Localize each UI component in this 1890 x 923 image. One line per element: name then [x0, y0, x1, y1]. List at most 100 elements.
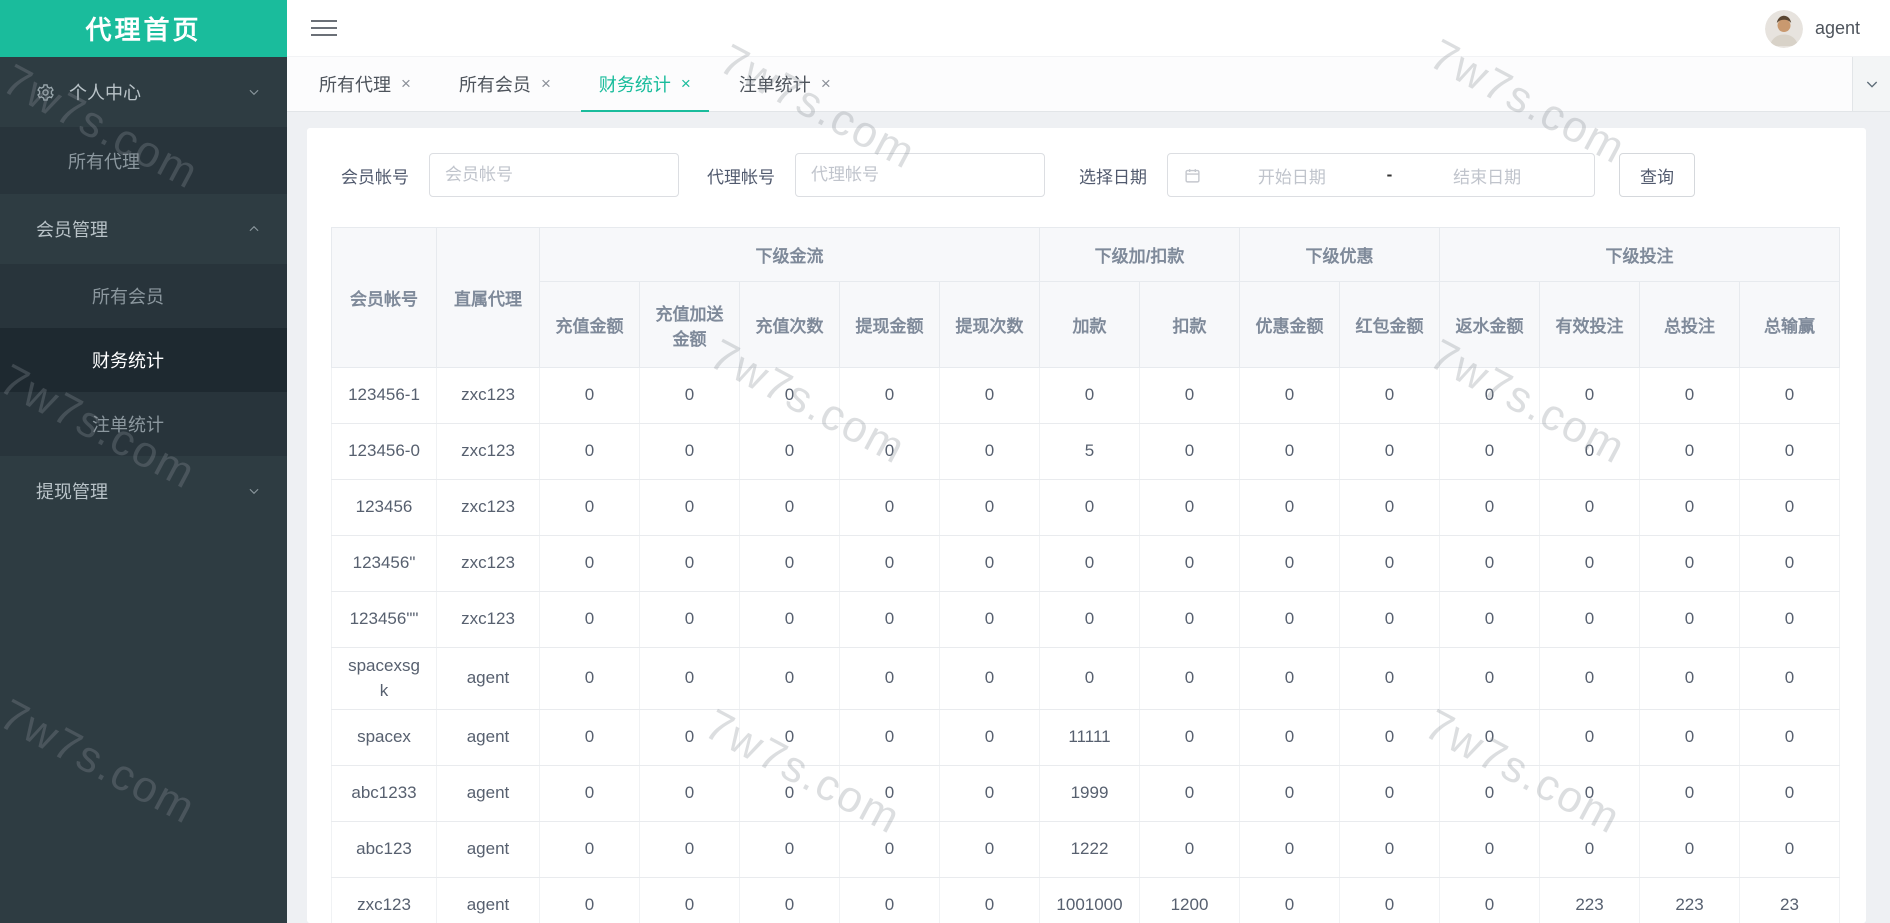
member-account-cell: abc123 [331, 821, 437, 879]
table-row: 123456-1 zxc123 0 0 0 0 0 0 0 0 0 0 0 0 0 [331, 367, 1840, 424]
value-cell: 0 [1239, 367, 1340, 424]
column-header: 充值次数 [739, 281, 840, 368]
sidebar-item-personal-center[interactable]: 个人中心 [0, 57, 287, 127]
value-cell: 0 [1639, 479, 1740, 536]
hamburger-icon[interactable] [311, 15, 337, 41]
value-cell: 0 [1139, 479, 1240, 536]
value-cell: 0 [739, 479, 840, 536]
sidebar-item-label: 财务统计 [92, 351, 164, 371]
tab-close-icon[interactable]: × [681, 74, 691, 94]
direct-agent-cell: zxc123 [436, 591, 540, 648]
value-cell: 0 [939, 877, 1040, 923]
value-cell: 0 [539, 765, 640, 823]
value-cell: 0 [1239, 535, 1340, 592]
value-cell: 0 [839, 821, 940, 879]
value-cell: 0 [1339, 479, 1440, 536]
column-header: 加款 [1039, 281, 1140, 368]
value-cell: 0 [639, 821, 740, 879]
tab-财务统计[interactable]: 财务统计 × [580, 57, 709, 112]
value-cell: 0 [839, 535, 940, 592]
chevron-down-icon [1866, 81, 1877, 88]
sidebar-item-withdraw-management[interactable]: 提现管理 [0, 456, 287, 526]
column-header: 总输赢 [1739, 281, 1840, 368]
calendar-icon [1185, 168, 1200, 183]
value-cell: 0 [1639, 535, 1740, 592]
member-account-cell: zxc123 [331, 877, 437, 923]
value-cell: 223 [1539, 877, 1640, 923]
member-account-cell: 123456 [331, 479, 437, 536]
sidebar-item-finance-stats[interactable]: 财务统计 [0, 328, 287, 392]
member-account-cell: abc1233 [331, 765, 437, 823]
sidebar-item-label: 个人中心 [69, 83, 141, 103]
value-cell: 0 [1239, 591, 1340, 648]
column-header: 优惠金额 [1239, 281, 1340, 368]
sidebar-item-all-members[interactable]: 所有会员 [0, 264, 287, 328]
member-account-input[interactable] [429, 153, 679, 197]
sidebar-item-all-agents[interactable]: 所有代理 [0, 127, 287, 194]
agent-account-label: 代理帐号 [707, 167, 775, 187]
value-cell: 0 [1039, 479, 1140, 536]
value-cell: 0 [739, 367, 840, 424]
value-cell: 0 [1339, 765, 1440, 823]
chevron-down-icon [249, 488, 259, 495]
member-account-label: 会员帐号 [341, 167, 409, 187]
value-cell: 0 [1739, 591, 1840, 648]
value-cell: 0 [539, 821, 640, 879]
value-cell: 0 [1739, 423, 1840, 480]
value-cell: 0 [1139, 591, 1240, 648]
value-cell: 0 [739, 821, 840, 879]
value-cell: 0 [739, 647, 840, 711]
value-cell: 0 [1539, 765, 1640, 823]
value-cell: 0 [1539, 709, 1640, 767]
value-cell: 23 [1739, 877, 1840, 923]
user-menu[interactable]: agent [1764, 0, 1860, 57]
top-header: agent [287, 0, 1890, 57]
table-row: 123456"" zxc123 0 0 0 0 0 0 0 0 0 0 0 0 0 [331, 591, 1840, 648]
value-cell: 0 [939, 535, 1040, 592]
chevron-down-icon [249, 89, 259, 96]
value-cell: 0 [1139, 765, 1240, 823]
value-cell: 0 [1739, 367, 1840, 424]
sidebar-item-order-stats[interactable]: 注单统计 [0, 392, 287, 456]
value-cell: 0 [1639, 709, 1740, 767]
column-header: 总投注 [1639, 281, 1740, 368]
agent-account-input[interactable] [795, 153, 1045, 197]
direct-agent-cell: zxc123 [436, 423, 540, 480]
value-cell: 0 [1739, 479, 1840, 536]
value-cell: 0 [639, 479, 740, 536]
value-cell: 1999 [1039, 765, 1140, 823]
value-cell: 0 [839, 647, 940, 711]
tab-所有代理[interactable]: 所有代理 × [301, 57, 429, 111]
value-cell: 0 [739, 591, 840, 648]
column-header: 提现次数 [939, 281, 1040, 368]
value-cell: 0 [1539, 367, 1640, 424]
value-cell: 0 [1739, 765, 1840, 823]
member-account-cell: 123456-0 [331, 423, 437, 480]
tabs-overflow-button[interactable] [1852, 57, 1890, 111]
date-range-input[interactable]: 开始日期 - 结束日期 [1167, 153, 1595, 197]
tab-close-icon[interactable]: × [541, 74, 551, 94]
value-cell: 5 [1039, 423, 1140, 480]
sidebar-item-member-management[interactable]: 会员管理 [0, 194, 287, 264]
value-cell: 0 [1139, 535, 1240, 592]
value-cell: 0 [1539, 647, 1640, 711]
value-cell: 0 [839, 709, 940, 767]
tab-label: 财务统计 [598, 75, 671, 95]
value-cell: 0 [539, 591, 640, 648]
value-cell: 0 [1439, 647, 1540, 711]
table-row: spacex agent 0 0 0 0 0 11111 0 0 0 0 0 0 0 [331, 709, 1840, 767]
member-account-cell: spacex [331, 709, 437, 767]
value-cell: 0 [1339, 877, 1440, 923]
direct-agent-cell: agent [436, 709, 540, 767]
value-cell: 0 [1639, 821, 1740, 879]
value-cell: 0 [739, 709, 840, 767]
table-row: zxc123 agent 0 0 0 0 0 1001000 1200 0 0 0 223 223 23 [331, 877, 1840, 923]
direct-agent-cell: zxc123 [436, 479, 540, 536]
tab-close-icon[interactable]: × [401, 74, 411, 94]
tab-close-icon[interactable]: × [821, 74, 831, 94]
value-cell: 0 [839, 591, 940, 648]
value-cell: 0 [639, 709, 740, 767]
query-button[interactable]: 查询 [1619, 153, 1695, 197]
tab-所有会员[interactable]: 所有会员 × [441, 57, 569, 111]
tab-注单统计[interactable]: 注单统计 × [721, 57, 849, 111]
